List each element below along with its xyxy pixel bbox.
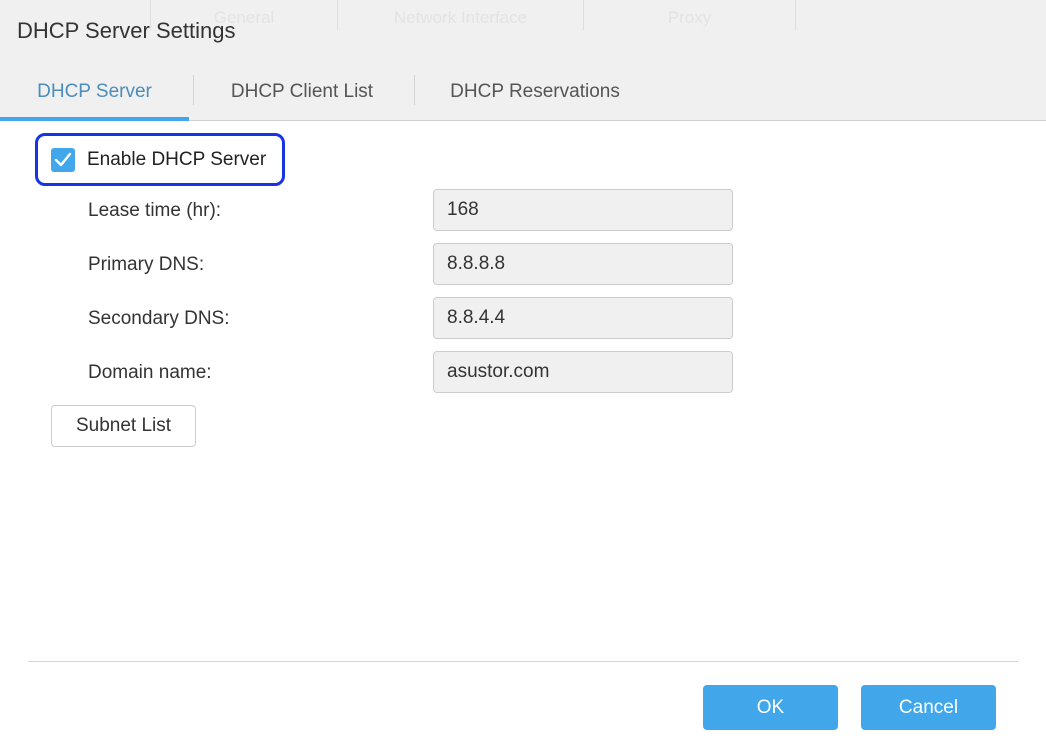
cancel-button[interactable]: Cancel xyxy=(861,685,996,730)
title-bar: General Network Interface Proxy DHCP Ser… xyxy=(0,0,1046,72)
tab-dhcp-server-label: DHCP Server xyxy=(37,81,152,102)
background-tab-network-interface: Network Interface xyxy=(338,0,584,30)
background-tab-proxy: Proxy xyxy=(584,0,796,30)
tab-bar: DHCP Server DHCP Client List DHCP Reserv… xyxy=(0,72,1046,121)
tab-dhcp-reservations-label: DHCP Reservations xyxy=(450,81,620,102)
tab-dhcp-client-list-label: DHCP Client List xyxy=(230,81,374,102)
enable-dhcp-label[interactable]: Enable DHCP Server xyxy=(87,149,266,171)
tab-dhcp-reservations[interactable]: DHCP Reservations xyxy=(415,72,655,120)
dialog-title: DHCP Server Settings xyxy=(17,18,236,43)
subnet-list-button[interactable]: Subnet List xyxy=(51,405,196,447)
tab-dhcp-client-list[interactable]: DHCP Client List xyxy=(194,72,410,120)
secondary-dns-input[interactable] xyxy=(433,297,733,339)
footer-divider xyxy=(28,661,1018,662)
lease-time-label: Lease time (hr): xyxy=(88,200,222,221)
lease-time-input[interactable] xyxy=(433,189,733,231)
secondary-dns-label: Secondary DNS: xyxy=(88,308,230,329)
domain-name-input[interactable] xyxy=(433,351,733,393)
domain-name-label: Domain name: xyxy=(88,362,212,383)
primary-dns-input[interactable] xyxy=(433,243,733,285)
enable-dhcp-checkbox[interactable] xyxy=(51,148,75,172)
primary-dns-label: Primary DNS: xyxy=(88,254,205,275)
background-tabs: General Network Interface Proxy xyxy=(150,0,796,30)
tab-dhcp-server[interactable]: DHCP Server xyxy=(0,72,189,121)
checkmark-icon xyxy=(54,152,72,167)
active-tab-indicator xyxy=(0,117,189,121)
dhcp-settings-dialog: General Network Interface Proxy DHCP Ser… xyxy=(0,0,1046,750)
ok-button[interactable]: OK xyxy=(703,685,838,730)
